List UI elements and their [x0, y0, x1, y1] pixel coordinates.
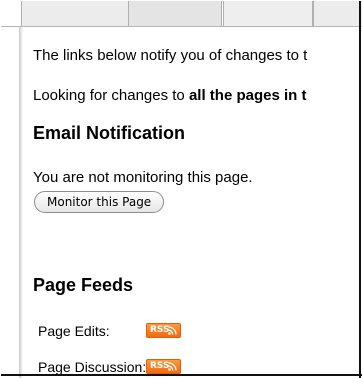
rss-badge-label: RSS — [150, 361, 170, 371]
window-edge-bottom — [1, 374, 362, 376]
rss-feed-button[interactable]: RSS — [146, 359, 181, 374]
rss-badge-label: RSS — [150, 325, 170, 335]
scope-text-bold: all the pages in t — [188, 87, 307, 104]
tab-2[interactable] — [128, 1, 222, 27]
feed-label: Page Edits: — [38, 323, 110, 339]
rss-feed-button[interactable]: RSS — [146, 323, 181, 338]
window-edge-right — [359, 1, 361, 378]
email-notification-heading: Email Notification — [33, 123, 186, 143]
tab-bar — [1, 1, 362, 27]
feed-label: Page Discussion: — [38, 359, 147, 375]
rss-feed-icon — [168, 326, 177, 335]
page-feeds-heading: Page Feeds — [33, 275, 134, 295]
tab-1[interactable] — [21, 1, 129, 27]
watch-panel: The links below notify you of changes to… — [23, 27, 362, 378]
tab-4[interactable] — [313, 1, 362, 27]
intro-text: The links below notify you of changes to… — [33, 47, 308, 64]
scope-text-prefix: Looking for changes to — [33, 87, 189, 104]
window-frame: The links below notify you of changes to… — [0, 0, 362, 378]
tab-3[interactable] — [223, 1, 313, 27]
rss-feed-icon — [168, 362, 177, 371]
scope-text: Looking for changes to all the pages in … — [33, 87, 306, 104]
monitoring-status: You are not monitoring this page. — [33, 169, 253, 186]
monitor-page-button[interactable]: Monitor this Page — [34, 191, 165, 213]
